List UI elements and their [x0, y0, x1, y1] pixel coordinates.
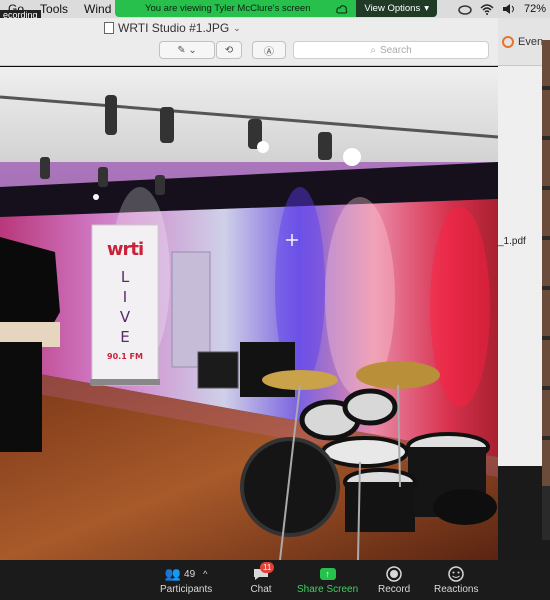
video-thumbnail[interactable] [542, 390, 550, 436]
rotate-button[interactable]: ⟲ [216, 41, 242, 59]
search-field[interactable]: ⌕ Search [293, 41, 489, 59]
chat-badge: 11 [260, 562, 275, 573]
chat-label: Chat [250, 584, 272, 595]
menu-window[interactable]: Wind [76, 0, 119, 18]
video-thumbnail[interactable] [542, 190, 550, 236]
chat-icon-wrap: 11 [250, 562, 275, 584]
video-thumbnail[interactable] [542, 140, 550, 186]
chevron-down-icon: ▾ [424, 3, 429, 14]
video-thumbnail[interactable] [542, 90, 550, 136]
participants-icon: 👥 [164, 566, 182, 581]
share-screen-label: Share Screen [297, 584, 359, 595]
screen-share-banner: You are viewing Tyler McClure's screen V… [115, 0, 437, 17]
wrti-live-word: LIVE [116, 268, 134, 348]
search-icon: ⌕ [370, 44, 376, 56]
studio-photo-image [0, 67, 498, 560]
wrti-frequency: 90.1 FM [107, 352, 143, 361]
video-thumbnail[interactable] [542, 290, 550, 336]
video-thumbnail[interactable] [542, 440, 550, 486]
reactions-icon [448, 566, 464, 582]
reactions-button[interactable]: Reactions [434, 564, 478, 595]
creative-cloud-icon[interactable] [458, 3, 472, 15]
video-thumbnail[interactable] [542, 240, 550, 286]
rotate-icon: ⟲ [224, 44, 234, 56]
participants-label: Participants [160, 584, 213, 595]
image-file-icon [104, 22, 114, 34]
background-window-title: Even [518, 35, 544, 48]
pdf-file-label[interactable]: _1.pdf [498, 236, 526, 247]
record-icon [386, 566, 402, 582]
chat-button[interactable]: 11 Chat [250, 562, 275, 595]
wrti-banner-stand: wrti LIVE 90.1 FM [92, 225, 158, 385]
screen: { "menubar": { "items": ["Go", "Tools", … [0, 0, 550, 600]
chevron-up-icon[interactable]: ^ [203, 569, 207, 579]
app-logo-icon [502, 35, 514, 48]
zoom-control-bar: 👥 49 ^ Participants 11 Chat ↑ Share Scre… [0, 560, 550, 600]
status-area: 72% [458, 0, 550, 18]
window-title-text: WRTI Studio #1.JPG [118, 21, 230, 35]
markup-icon: Ⓐ [264, 46, 274, 58]
participants-icon-row: 👥 49 ^ [165, 564, 208, 584]
preview-toolbar: WRTI Studio #1.JPG ⌄ ✎ ⌄ ⟲ Ⓐ ⌕ Search [0, 18, 498, 66]
share-icon-wrap: ↑ [319, 564, 336, 584]
window-title[interactable]: WRTI Studio #1.JPG ⌄ [104, 21, 241, 35]
wifi-icon[interactable] [480, 3, 494, 15]
wrti-logo: wrti [106, 239, 144, 260]
share-screen-button[interactable]: ↑ Share Screen [297, 564, 358, 595]
view-options-button[interactable]: View Options ▾ [356, 0, 437, 17]
pen-icon: ✎ ⌄ [177, 44, 197, 56]
record-button[interactable]: Record [378, 564, 410, 595]
markup-pen-button[interactable]: ✎ ⌄ [159, 41, 215, 59]
video-thumbnail[interactable] [542, 340, 550, 386]
video-thumbnail[interactable] [542, 40, 550, 86]
record-label: Record [378, 584, 411, 595]
participants-count: 49 [184, 568, 196, 580]
volume-icon[interactable] [502, 3, 516, 15]
share-screen-icon: ↑ [319, 568, 336, 580]
viewing-text: You are viewing Tyler McClure's screen [145, 3, 311, 14]
markup-button[interactable]: Ⓐ [252, 41, 286, 59]
reactions-label: Reactions [434, 584, 479, 595]
video-thumbnail-strip [542, 40, 550, 540]
search-placeholder: Search [379, 44, 412, 56]
view-options-label: View Options [364, 3, 421, 14]
participants-button[interactable]: 👥 49 ^ Participants [160, 564, 212, 595]
cloud-icon [336, 4, 348, 13]
chevron-down-icon: ⌄ [233, 22, 241, 33]
battery-percent[interactable]: 72% [524, 3, 546, 15]
studio-photo: wrti LIVE 90.1 FM [0, 67, 498, 560]
reactions-icon-wrap [448, 564, 464, 584]
record-icon-wrap [386, 564, 402, 584]
